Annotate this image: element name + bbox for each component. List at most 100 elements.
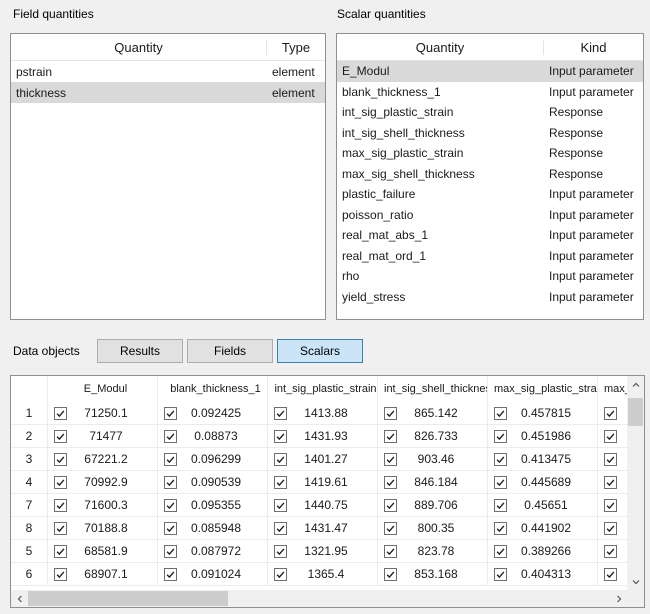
list-item[interactable]: thickness element (11, 82, 325, 103)
list-item[interactable]: blank_thickness_1 Input parameter (337, 81, 643, 102)
row-checkbox[interactable] (494, 567, 507, 581)
list-item[interactable]: rho Input parameter (337, 266, 643, 287)
vertical-scrollbar[interactable] (627, 376, 644, 590)
row-index: 3 (11, 448, 48, 471)
row-checkbox[interactable] (384, 567, 397, 581)
type-cell: element (272, 64, 315, 79)
column-header[interactable]: int_sig_plastic_strain (268, 376, 378, 402)
row-checkbox[interactable] (274, 567, 287, 581)
row-checkbox[interactable] (164, 475, 177, 489)
row-checkbox[interactable] (494, 452, 507, 466)
row-checkbox[interactable] (384, 475, 397, 489)
column-header[interactable]: E_Modul (48, 376, 158, 402)
list-item[interactable]: real_mat_abs_1 Input parameter (337, 225, 643, 246)
cell-value: 800.35 (417, 521, 455, 535)
row-checkbox[interactable] (164, 498, 177, 512)
row-checkbox[interactable] (494, 544, 507, 558)
column-header[interactable]: max_sig_plastic_strain (488, 376, 598, 402)
row-checkbox[interactable] (384, 429, 397, 443)
list-item[interactable]: yield_stress Input parameter (337, 286, 643, 307)
row-checkbox[interactable] (494, 521, 507, 535)
row-checkbox[interactable] (164, 429, 177, 443)
checkmark-icon (386, 501, 395, 509)
row-checkbox[interactable] (604, 498, 617, 512)
row-checkbox[interactable] (384, 544, 397, 558)
vertical-scroll-thumb[interactable] (628, 398, 643, 426)
scroll-up-button[interactable] (627, 376, 644, 393)
row-checkbox[interactable] (54, 567, 67, 581)
checkmark-icon (56, 409, 65, 417)
row-checkbox[interactable] (494, 429, 507, 443)
scalars-button[interactable]: Scalars (277, 339, 363, 363)
checkmark-icon (166, 455, 175, 463)
row-checkbox[interactable] (164, 544, 177, 558)
row-checkbox[interactable] (54, 429, 67, 443)
row-checkbox[interactable] (274, 429, 287, 443)
row-index: 2 (11, 425, 48, 448)
row-checkbox[interactable] (604, 406, 617, 420)
list-item[interactable]: int_sig_plastic_strain Response (337, 102, 643, 123)
row-checkbox[interactable] (604, 429, 617, 443)
column-header[interactable]: blank_thickness_1 (158, 376, 268, 402)
scroll-down-button[interactable] (627, 573, 644, 590)
table-cell: 823.78 (378, 540, 488, 563)
row-checkbox[interactable] (274, 475, 287, 489)
scroll-right-button[interactable] (610, 590, 627, 607)
list-item[interactable]: max_sig_shell_thickness Response (337, 163, 643, 184)
row-checkbox[interactable] (54, 521, 67, 535)
row-checkbox[interactable] (494, 475, 507, 489)
row-checkbox[interactable] (274, 544, 287, 558)
quantity-cell: int_sig_shell_thickness (342, 125, 465, 140)
row-checkbox[interactable] (384, 406, 397, 420)
list-item[interactable]: int_sig_shell_thickness Response (337, 122, 643, 143)
row-checkbox[interactable] (604, 475, 617, 489)
results-button[interactable]: Results (97, 339, 183, 363)
table-cell (598, 563, 627, 586)
horizontal-scrollbar[interactable] (11, 590, 627, 607)
row-checkbox[interactable] (384, 521, 397, 535)
list-item[interactable]: pstrain element (11, 61, 325, 82)
row-checkbox[interactable] (164, 567, 177, 581)
list-item[interactable]: plastic_failure Input parameter (337, 184, 643, 205)
row-checkbox[interactable] (164, 452, 177, 466)
list-item[interactable]: real_mat_ord_1 Input parameter (337, 245, 643, 266)
fields-button[interactable]: Fields (187, 339, 273, 363)
row-checkbox[interactable] (274, 521, 287, 535)
column-header-quantity[interactable]: Quantity (337, 40, 543, 55)
row-checkbox[interactable] (604, 544, 617, 558)
row-checkbox[interactable] (604, 567, 617, 581)
cell-value: 0.090539 (190, 475, 242, 489)
row-checkbox[interactable] (164, 406, 177, 420)
row-checkbox[interactable] (494, 498, 507, 512)
row-checkbox[interactable] (604, 521, 617, 535)
list-item[interactable]: poisson_ratio Input parameter (337, 204, 643, 225)
row-checkbox[interactable] (54, 406, 67, 420)
table-cell: 0.092425 (158, 402, 268, 425)
column-header-kind[interactable]: Kind (543, 39, 643, 55)
checkmark-icon (276, 570, 285, 578)
row-checkbox[interactable] (384, 452, 397, 466)
row-checkbox[interactable] (384, 498, 397, 512)
cell-value: 0.08873 (194, 429, 238, 443)
row-checkbox[interactable] (54, 544, 67, 558)
list-item[interactable]: E_Modul Input parameter (337, 61, 643, 82)
column-header[interactable]: max_sig_shell_thickness (598, 376, 627, 402)
scroll-left-button[interactable] (11, 590, 28, 607)
row-checkbox[interactable] (274, 498, 287, 512)
horizontal-scroll-thumb[interactable] (28, 591, 228, 606)
cell-value: 826.733 (414, 429, 458, 443)
table-cell: 68581.9 (48, 540, 158, 563)
row-checkbox[interactable] (274, 452, 287, 466)
row-checkbox[interactable] (604, 452, 617, 466)
list-item[interactable]: max_sig_plastic_strain Response (337, 143, 643, 164)
row-checkbox[interactable] (494, 406, 507, 420)
row-checkbox[interactable] (274, 406, 287, 420)
column-header-quantity[interactable]: Quantity (11, 40, 266, 55)
column-header[interactable]: int_sig_shell_thickness (378, 376, 488, 402)
row-checkbox[interactable] (54, 475, 67, 489)
checkmark-icon (56, 478, 65, 486)
row-checkbox[interactable] (164, 521, 177, 535)
row-checkbox[interactable] (54, 452, 67, 466)
row-checkbox[interactable] (54, 498, 67, 512)
column-header-type[interactable]: Type (266, 39, 325, 55)
